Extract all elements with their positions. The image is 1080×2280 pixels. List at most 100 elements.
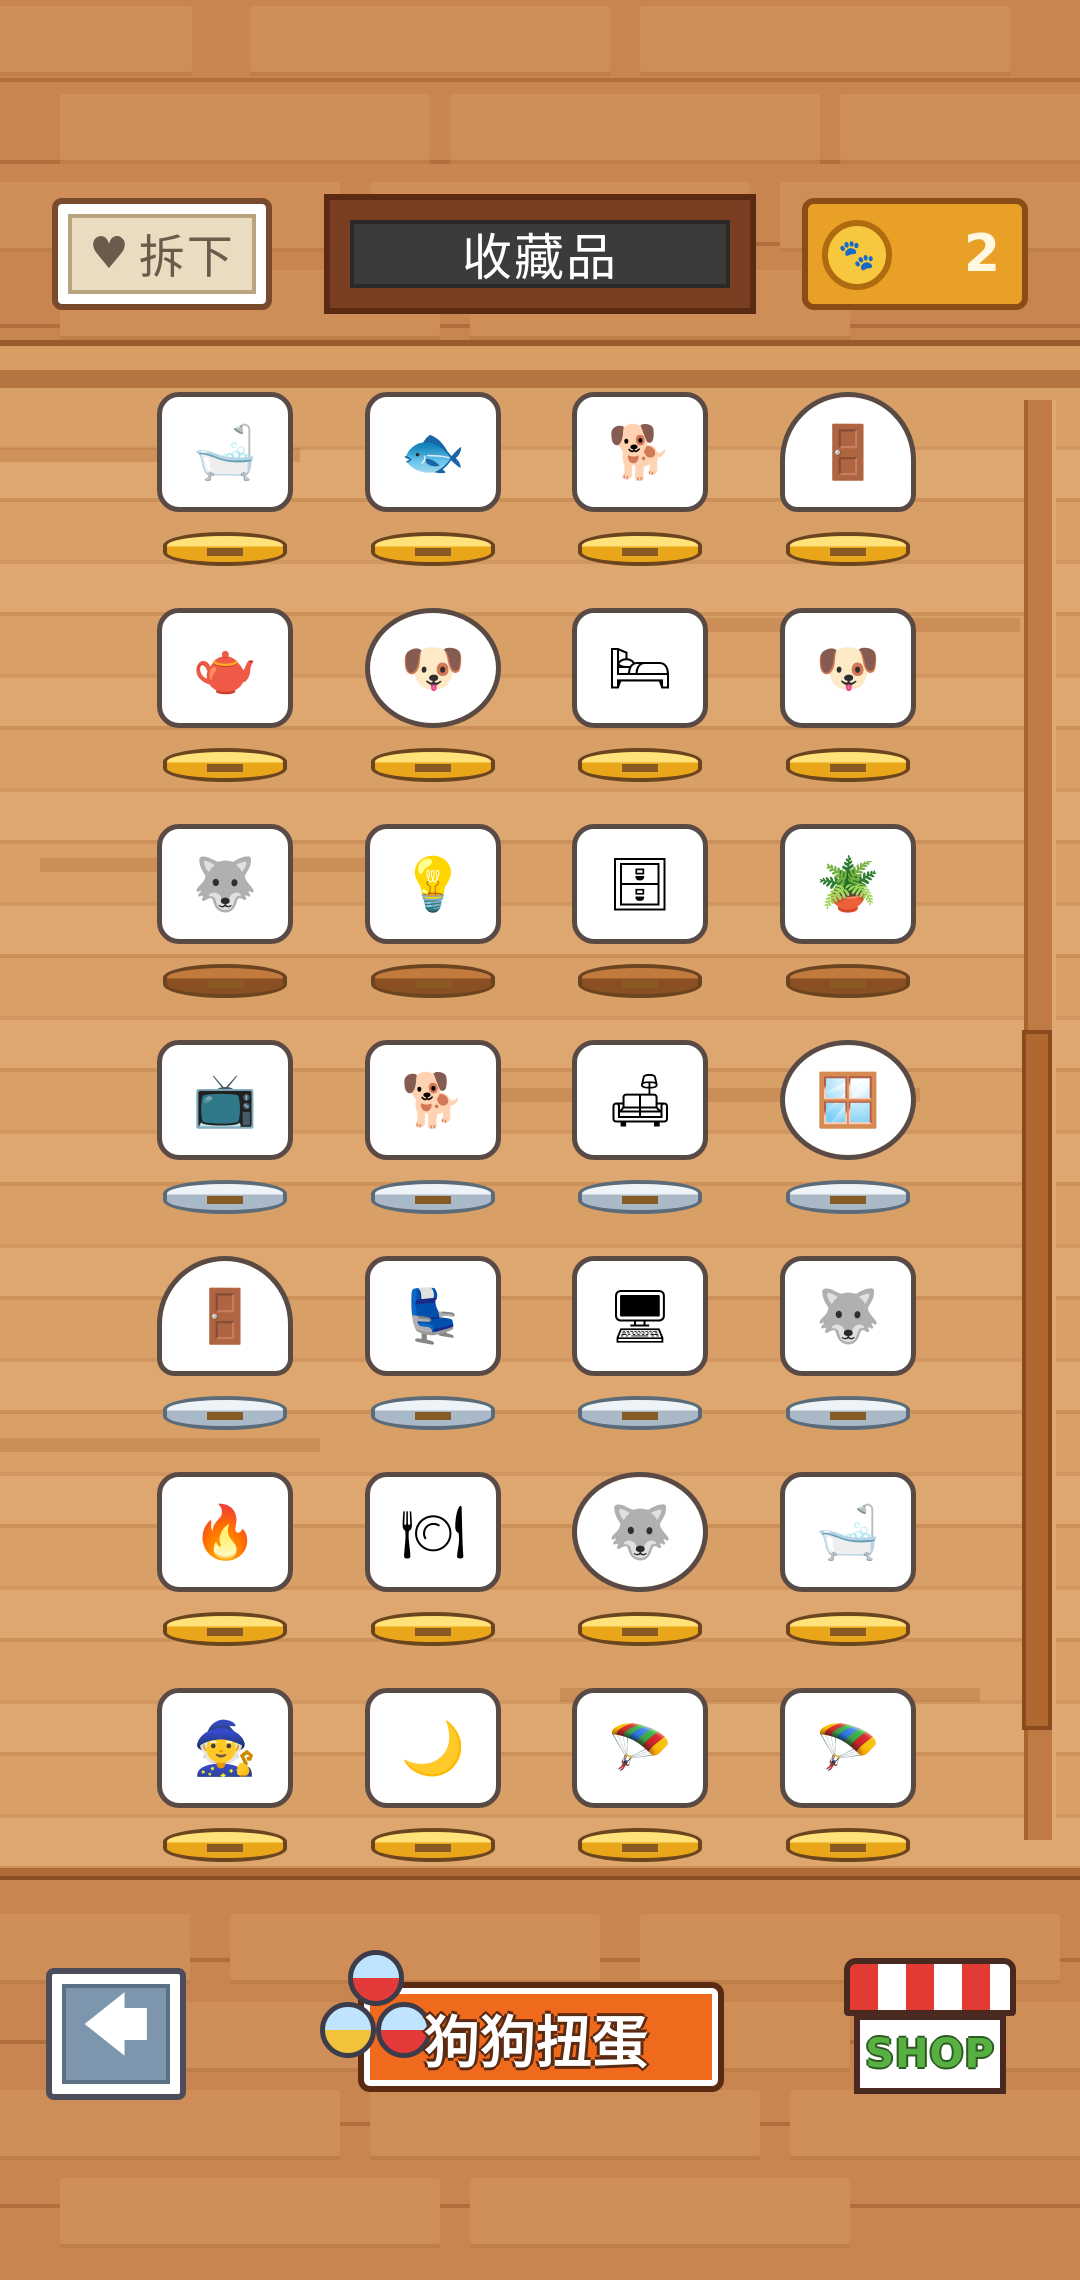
collectible-trophy[interactable]: 🐶 <box>353 588 513 788</box>
sofa-dogs-icon: 🛋 <box>572 1040 708 1160</box>
title-plate: 收藏品 <box>324 194 756 314</box>
wardrobe-dog-icon: 🗄 <box>572 824 708 944</box>
trophy-plaque <box>830 1844 866 1852</box>
trophy-plaque <box>207 1628 243 1636</box>
window-dogs-icon: 🪟 <box>780 1040 916 1160</box>
tv-husky-icon: 📺 <box>157 1040 293 1160</box>
heart-icon: ♥ <box>89 228 129 279</box>
collectible-trophy[interactable]: 🪴 <box>768 804 928 1004</box>
fishbowl-dog-icon: 🐟 <box>365 392 501 512</box>
dining-dogs-icon: 🍽 <box>365 1472 501 1592</box>
collectible-trophy[interactable]: 🛏 <box>560 588 720 788</box>
trophy-plaque <box>830 1196 866 1204</box>
bed-dog-icon: 🛏 <box>572 608 708 728</box>
collectible-trophy[interactable]: 🛁 <box>768 1452 928 1652</box>
collectible-trophy[interactable]: 🗄 <box>560 804 720 1004</box>
trophy-plaque <box>415 980 451 988</box>
trophy-plaque <box>830 1628 866 1636</box>
trophy-plaque <box>415 1196 451 1204</box>
trophy-plaque <box>415 1412 451 1420</box>
husky-sitting-icon: 🐺 <box>157 824 293 944</box>
shop-label: SHOP <box>865 2031 995 2077</box>
collectible-trophy[interactable]: 🪂 <box>768 1668 928 1868</box>
collectible-trophy[interactable]: 🐕 <box>353 1020 513 1220</box>
trophy-plaque <box>207 764 243 772</box>
collectible-trophy[interactable]: 🐺 <box>560 1452 720 1652</box>
collectible-trophy[interactable]: 🪟 <box>768 1020 928 1220</box>
moon-husky-icon: 🌙 <box>365 1688 501 1808</box>
collectible-trophy[interactable]: 🌙 <box>353 1668 513 1868</box>
collectible-trophy[interactable]: 🖥 <box>560 1236 720 1436</box>
trophy-plaque <box>415 1844 451 1852</box>
cushion-husky-icon: 🐺 <box>780 1256 916 1376</box>
collectible-trophy[interactable]: 🛋 <box>560 1020 720 1220</box>
dog-gacha-button[interactable]: 狗狗扭蛋 <box>318 1940 724 2098</box>
trophy-plaque <box>622 1844 658 1852</box>
gacha-capsule-icon <box>348 1950 404 2006</box>
collectible-trophy[interactable]: 🚪 <box>145 1236 305 1436</box>
trophy-plaque <box>207 548 243 556</box>
trophy-plaque <box>622 548 658 556</box>
bathtub-dog-icon: 🛁 <box>157 392 293 512</box>
collectible-trophy[interactable]: 🚪 <box>768 372 928 572</box>
computer-husky-icon: 🖥 <box>572 1256 708 1376</box>
capsule-dog-red-icon: 🐶 <box>365 608 501 728</box>
armchair-husky-icon: 💺 <box>365 1256 501 1376</box>
trophy-plaque <box>207 1844 243 1852</box>
dining-dog-icon: 🐕 <box>572 392 708 512</box>
shop-button[interactable]: SHOP <box>844 1958 1016 2098</box>
collectible-trophy[interactable]: 🐟 <box>353 372 513 572</box>
collectible-trophy[interactable]: 🫖 <box>145 588 305 788</box>
door-dome-husky-icon: 🚪 <box>157 1256 293 1376</box>
collectible-trophy[interactable]: 💡 <box>353 804 513 1004</box>
trophy-plaque <box>207 1196 243 1204</box>
collectible-trophy[interactable]: 🐶 <box>768 588 928 788</box>
trophy-plaque <box>622 1412 658 1420</box>
tea-cart-dog-icon: 🫖 <box>157 608 293 728</box>
door-dome-dog-icon: 🚪 <box>780 392 916 512</box>
collectible-trophy[interactable]: 🐺 <box>768 1236 928 1436</box>
trophy-plaque <box>622 980 658 988</box>
trophy-plaque <box>415 548 451 556</box>
collectible-trophy[interactable]: 🧙 <box>145 1668 305 1868</box>
trophy-plaque <box>830 1412 866 1420</box>
scrollbar-thumb[interactable] <box>1022 1030 1052 1730</box>
collectible-trophy[interactable]: 🛁 <box>145 372 305 572</box>
collectible-trophy[interactable]: 🔥 <box>145 1452 305 1652</box>
ball-pool-dog-icon: 🐶 <box>780 608 916 728</box>
trophy-plaque <box>207 980 243 988</box>
parachute-dog-icon: 🪂 <box>572 1688 708 1808</box>
trophy-plaque <box>415 1628 451 1636</box>
two-dogs-icon: 🐕 <box>365 1040 501 1160</box>
collectible-trophy[interactable]: 📺 <box>145 1020 305 1220</box>
unmount-button[interactable]: ♥ 拆下 <box>52 198 272 310</box>
trophy-plaque <box>830 980 866 988</box>
trophy-plaque <box>622 1196 658 1204</box>
collectible-trophy[interactable]: 🍽 <box>353 1452 513 1652</box>
plant-table-dog-icon: 🪴 <box>780 824 916 944</box>
paw-coin-icon: 🐾 <box>822 220 892 290</box>
page-title: 收藏品 <box>462 229 618 287</box>
unmount-label: 拆下 <box>138 230 235 284</box>
collectible-trophy[interactable]: 💺 <box>353 1236 513 1436</box>
trophy-plaque <box>830 764 866 772</box>
trophy-plaque <box>622 764 658 772</box>
collectible-trophy[interactable]: 🪂 <box>560 1668 720 1868</box>
bathtub-dogs-icon: 🛁 <box>780 1472 916 1592</box>
wizard-husky-icon: 🧙 <box>157 1688 293 1808</box>
collectible-trophy[interactable]: 🐕 <box>560 372 720 572</box>
shop-awning-icon <box>844 1958 1016 2016</box>
gacha-capsule-icon <box>320 2002 376 2058</box>
capsule-husky-blue-icon: 🐺 <box>572 1472 708 1592</box>
coin-count: 2 <box>963 224 1000 284</box>
back-button[interactable]: 🡄 <box>46 1968 186 2100</box>
dog-gacha-label: 狗狗扭蛋 <box>424 2011 648 2076</box>
trophy-plaque <box>415 764 451 772</box>
trophy-plaque <box>207 1412 243 1420</box>
parachute-husky-icon: 🪂 <box>780 1688 916 1808</box>
collectible-trophy[interactable]: 🐺 <box>145 804 305 1004</box>
arrow-left-icon: 🡄 <box>62 1984 170 2084</box>
coin-counter: 🐾 2 <box>802 198 1028 310</box>
lamp-dog-icon: 💡 <box>365 824 501 944</box>
fireplace-dogs-icon: 🔥 <box>157 1472 293 1592</box>
